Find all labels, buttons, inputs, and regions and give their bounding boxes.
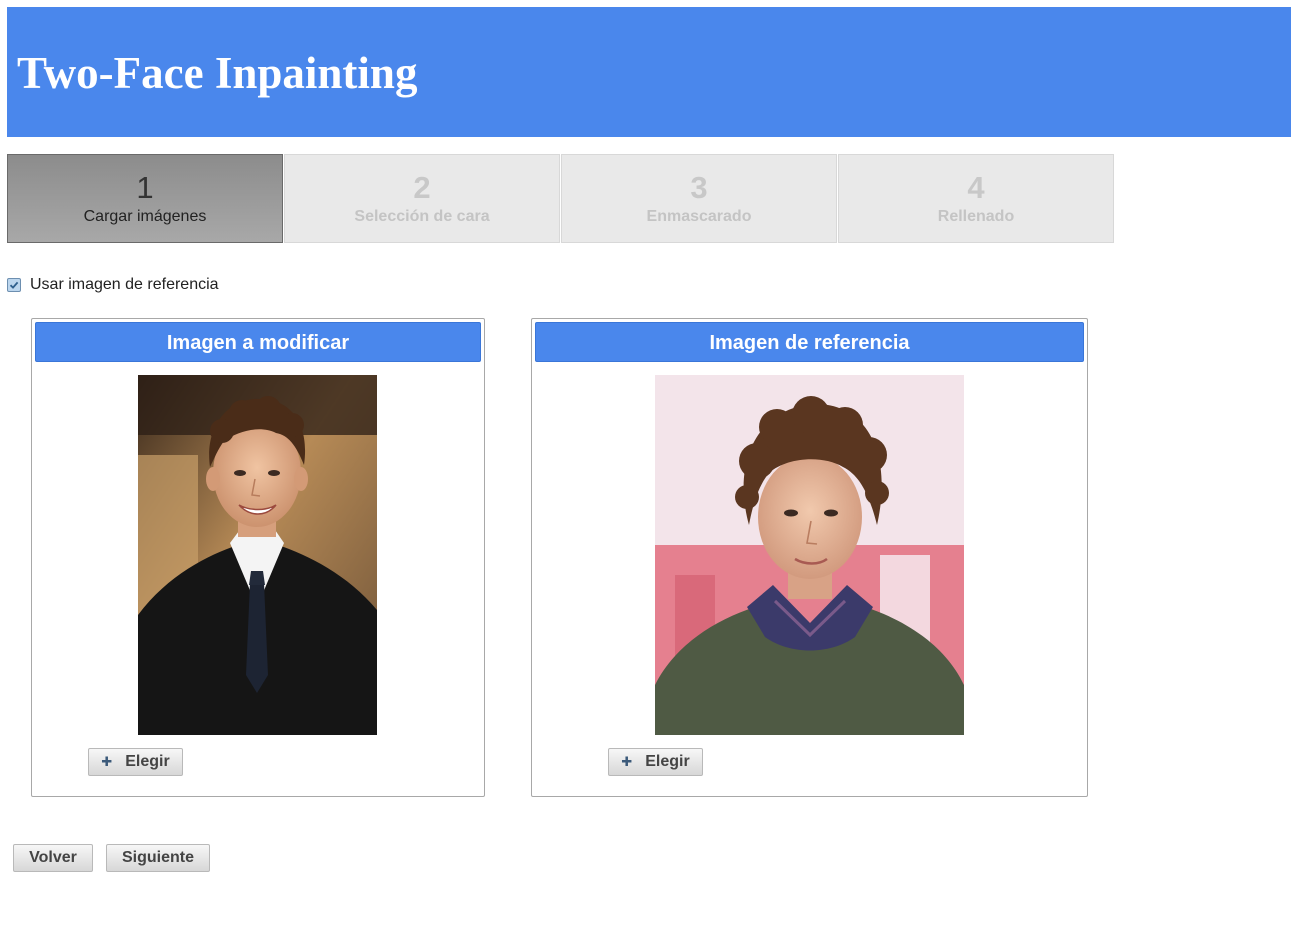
step-face-selection[interactable]: 2 Selección de cara xyxy=(284,154,560,243)
plus-icon: ✚ xyxy=(621,754,633,769)
app-header: Two-Face Inpainting xyxy=(7,7,1291,137)
reference-choose-button[interactable]: ✚ Elegir xyxy=(608,748,703,776)
reference-image xyxy=(655,375,964,735)
step-masking[interactable]: 3 Enmascarado xyxy=(561,154,837,243)
reference-image-panel: Imagen de referencia ✚ Elegir xyxy=(531,318,1088,797)
reference-toggle-row: Usar imagen de referencia xyxy=(7,276,219,294)
target-image xyxy=(138,375,377,735)
step-label: Enmascarado xyxy=(646,208,752,225)
wizard-steps: 1 Cargar imágenes 2 Selección de cara 3 … xyxy=(7,154,1115,243)
step-load-images[interactable]: 1 Cargar imágenes xyxy=(7,154,283,243)
step-label: Selección de cara xyxy=(354,208,490,225)
step-label: Cargar imágenes xyxy=(83,208,207,225)
plus-icon: ✚ xyxy=(101,754,113,769)
check-icon xyxy=(9,281,19,289)
choose-button-label: Elegir xyxy=(645,753,690,770)
target-image-panel: Imagen a modificar ✚ Elegir xyxy=(31,318,485,797)
step-number: 3 xyxy=(690,170,708,205)
reference-checkbox[interactable] xyxy=(7,278,21,292)
reference-checkbox-label[interactable]: Usar imagen de referencia xyxy=(30,276,219,294)
back-button[interactable]: Volver xyxy=(13,844,93,872)
target-panel-title: Imagen a modificar xyxy=(35,322,481,362)
portrait-sweater-image xyxy=(655,375,964,735)
step-number: 2 xyxy=(413,170,431,205)
app-title: Two-Face Inpainting xyxy=(17,48,418,98)
reference-panel-title: Imagen de referencia xyxy=(535,322,1084,362)
step-filling[interactable]: 4 Rellenado xyxy=(838,154,1114,243)
target-choose-button[interactable]: ✚ Elegir xyxy=(88,748,183,776)
step-number: 4 xyxy=(967,170,985,205)
step-number: 1 xyxy=(136,170,154,205)
next-button[interactable]: Siguiente xyxy=(106,844,210,872)
step-label: Rellenado xyxy=(937,208,1015,225)
choose-button-label: Elegir xyxy=(125,753,170,770)
portrait-suit-image xyxy=(138,375,377,735)
